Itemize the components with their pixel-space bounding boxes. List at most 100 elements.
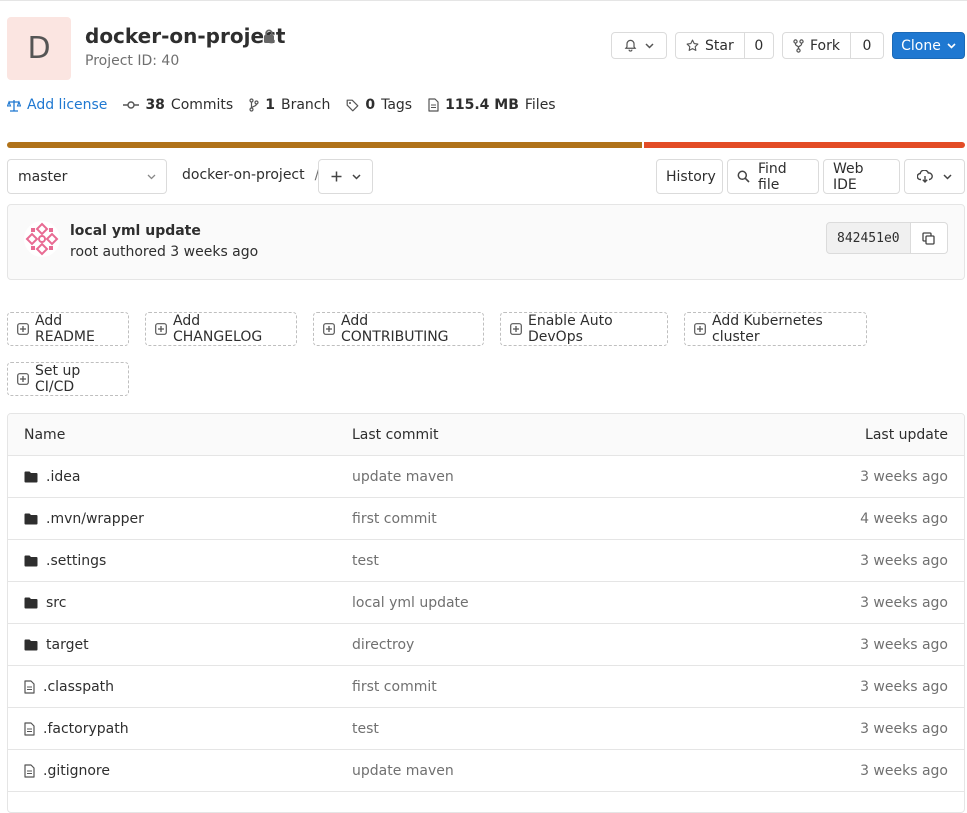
fork-count[interactable]: 0	[851, 38, 883, 54]
add-readme-label: Add README	[35, 313, 95, 345]
file-name[interactable]: .settings	[46, 553, 106, 569]
tags-count: 0	[365, 97, 376, 113]
fork-button[interactable]: Fork 0	[782, 32, 884, 59]
add-contributing-label: Add CONTRIBUTING	[341, 313, 449, 345]
chevron-down-icon	[947, 42, 956, 49]
copy-icon	[922, 231, 935, 245]
file-name-cell[interactable]: .mvn/wrapper	[24, 511, 144, 527]
notification-dropdown[interactable]	[611, 32, 667, 59]
repository-languages-bar[interactable]	[7, 142, 965, 148]
column-header-last-commit: Last commit	[352, 426, 439, 443]
folder-icon	[24, 555, 38, 567]
chevron-down-icon	[943, 173, 952, 180]
breadcrumb: docker-on-project /	[182, 167, 319, 183]
table-row[interactable]: .gitignore update maven 3 weeks ago	[8, 750, 964, 792]
last-commit-message[interactable]: update maven	[352, 469, 454, 485]
file-name-cell[interactable]: .idea	[24, 469, 80, 485]
plus-square-icon	[17, 323, 29, 335]
enable-auto-devops-button[interactable]: Enable Auto DevOps	[500, 312, 668, 346]
column-header-last-update: Last update	[865, 426, 948, 443]
project-stats: Add license 38 Commits 1 Branch 0 Tags 1…	[7, 96, 572, 114]
files-link[interactable]: 115.4 MB Files	[428, 97, 556, 113]
add-license-label: Add license	[27, 97, 108, 113]
add-changelog-button[interactable]: Add CHANGELOG	[145, 312, 297, 346]
project-avatar[interactable]: D	[7, 17, 71, 80]
add-contributing-button[interactable]: Add CONTRIBUTING	[313, 312, 484, 346]
cloud-download-icon	[917, 170, 933, 183]
clone-label: Clone	[901, 37, 941, 54]
table-row[interactable]: .mvn/wrapper first commit 4 weeks ago	[8, 498, 964, 540]
column-header-name: Name	[24, 426, 66, 443]
file-name-cell[interactable]: .classpath	[24, 679, 114, 695]
last-commit-message[interactable]: test	[352, 721, 379, 737]
project-id: Project ID: 40	[85, 53, 180, 69]
plus-square-icon	[323, 323, 335, 335]
table-row[interactable]: .idea update maven 3 weeks ago	[8, 456, 964, 498]
file-name-cell[interactable]: src	[24, 595, 66, 611]
last-commit-message[interactable]: first commit	[352, 511, 437, 527]
language-segment-secondary[interactable]	[644, 142, 965, 148]
table-row[interactable]: src local yml update 3 weeks ago	[8, 582, 964, 624]
clone-button[interactable]: Clone	[892, 32, 965, 59]
star-button[interactable]: Star 0	[675, 32, 774, 59]
language-segment-primary[interactable]	[7, 142, 643, 148]
copy-sha-button[interactable]	[910, 222, 948, 254]
last-commit-message[interactable]: test	[352, 553, 379, 569]
file-name[interactable]: .mvn/wrapper	[46, 511, 144, 527]
file-tree-table: Name Last commit Last update .idea updat…	[7, 413, 965, 813]
file-icon	[24, 763, 35, 778]
branches-link[interactable]: 1 Branch	[249, 97, 330, 113]
star-icon	[686, 39, 699, 52]
chevron-down-icon	[147, 174, 156, 180]
last-commit-message[interactable]: first commit	[352, 679, 437, 695]
file-name[interactable]: target	[46, 637, 89, 653]
file-name-cell[interactable]: .gitignore	[24, 763, 110, 779]
table-row[interactable]: .settings test 3 weeks ago	[8, 540, 964, 582]
commits-link[interactable]: 38 Commits	[123, 97, 233, 113]
commit-sha-group: 842451e0	[826, 222, 948, 254]
download-dropdown[interactable]	[904, 159, 965, 194]
breadcrumb-project[interactable]: docker-on-project	[182, 167, 305, 183]
bell-icon	[624, 39, 637, 52]
commit-title[interactable]: local yml update	[70, 223, 201, 239]
plus-icon	[331, 171, 342, 182]
file-name[interactable]: .gitignore	[43, 763, 110, 779]
table-row[interactable]: .classpath first commit 3 weeks ago	[8, 666, 964, 708]
folder-icon	[24, 471, 38, 483]
project-title[interactable]: docker-on-project	[85, 24, 285, 48]
find-file-label: Find file	[758, 160, 787, 193]
fork-label: Fork	[810, 37, 840, 54]
folder-icon	[24, 513, 38, 525]
add-license-link[interactable]: Add license	[7, 97, 107, 113]
chevron-down-icon	[645, 42, 654, 49]
commits-label: Commits	[170, 97, 234, 113]
file-name[interactable]: .idea	[46, 469, 80, 485]
last-commit-message[interactable]: update maven	[352, 763, 454, 779]
author-avatar[interactable]	[24, 221, 60, 261]
last-commit-message[interactable]: directroy	[352, 637, 414, 653]
file-name[interactable]: .factorypath	[43, 721, 129, 737]
last-commit-message[interactable]: local yml update	[352, 595, 469, 611]
table-row[interactable]: .factorypath test 3 weeks ago	[8, 708, 964, 750]
add-kubernetes-cluster-button[interactable]: Add Kubernetes cluster	[684, 312, 867, 346]
setup-ci-cd-label: Set up CI/CD	[35, 363, 81, 395]
branch-select[interactable]: master	[7, 159, 167, 194]
setup-ci-cd-button[interactable]: Set up CI/CD	[7, 362, 129, 396]
file-name[interactable]: src	[46, 595, 66, 611]
table-row[interactable]: target directroy 3 weeks ago	[8, 624, 964, 666]
plus-square-icon	[17, 373, 29, 385]
tags-link[interactable]: 0 Tags	[346, 97, 412, 113]
branch-count: 1	[265, 97, 275, 113]
file-name[interactable]: .classpath	[43, 679, 114, 695]
add-to-tree-dropdown[interactable]	[318, 159, 373, 194]
commit-sha[interactable]: 842451e0	[826, 222, 911, 254]
find-file-button[interactable]: Find file	[727, 159, 819, 194]
search-icon	[737, 170, 750, 183]
web-ide-button[interactable]: Web IDE	[823, 159, 900, 194]
file-name-cell[interactable]: .settings	[24, 553, 106, 569]
add-readme-button[interactable]: Add README	[7, 312, 129, 346]
star-count[interactable]: 0	[745, 38, 773, 54]
file-name-cell[interactable]: .factorypath	[24, 721, 129, 737]
file-name-cell[interactable]: target	[24, 637, 89, 653]
history-button[interactable]: History	[656, 159, 723, 194]
